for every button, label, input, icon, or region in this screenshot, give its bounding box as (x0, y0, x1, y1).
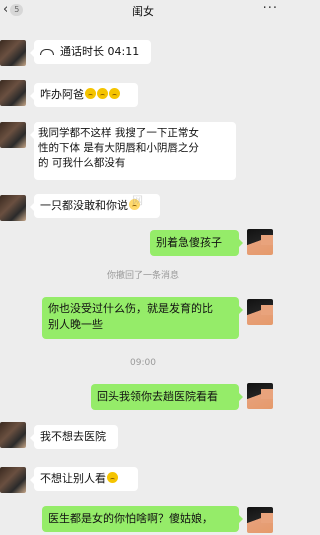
smiley-emoji-icon (85, 88, 96, 99)
my-avatar[interactable] (247, 299, 273, 325)
message-bubble[interactable]: 咋办阿爸 (30, 83, 138, 107)
message-text: 不想让别人看 (40, 472, 106, 485)
chat-title: 闺女 (132, 5, 154, 18)
message-text-line: 的 可我什么都没有 (38, 157, 126, 169)
chat-header: ‹ 5 闺女 ··· (0, 0, 286, 22)
watermark: 网 (132, 194, 143, 207)
my-avatar[interactable] (247, 229, 273, 255)
contact-avatar[interactable] (0, 467, 26, 493)
more-options-button[interactable]: ··· (263, 1, 278, 16)
message-bubble-outgoing[interactable]: 回头我领你去趟医院看看 (91, 384, 243, 410)
message-text: 别着急傻孩子 (156, 236, 222, 249)
message-text: 我不想去医院 (40, 430, 106, 443)
my-avatar[interactable] (247, 507, 273, 533)
timestamp: 09:00 (130, 358, 156, 368)
message-bubble-outgoing[interactable]: 你也没受过什么伤，就是发育的比 别人晚一些 (42, 297, 243, 339)
message-bubble-outgoing[interactable]: 医生都是女的你怕啥啊？傻姑娘， (42, 506, 243, 532)
recall-notice: 你撤回了一条消息 (106, 271, 179, 281)
call-duration-text: 通话时长 04:11 (60, 45, 140, 58)
message-text-line: 性的下体 是有大阴唇和小阴唇之分 (38, 142, 199, 154)
message-text: 咋办阿爸 (40, 88, 84, 101)
message-bubble-outgoing[interactable]: 别着急傻孩子 (150, 230, 243, 256)
message-text: 一只都没敢和你说 (40, 199, 128, 212)
message-text-line: 我同学都不这样 我搜了一下正常女 (38, 127, 199, 139)
my-avatar[interactable] (247, 383, 273, 409)
contact-avatar[interactable] (0, 195, 26, 221)
smiley-emoji-icon (109, 88, 120, 99)
message-text: 医生都是女的你怕啥啊？傻姑娘， (48, 512, 213, 525)
contact-avatar[interactable] (0, 422, 26, 448)
message-bubble[interactable]: 我不想去医院 (30, 425, 118, 449)
contact-avatar[interactable] (0, 122, 26, 148)
message-text: 回头我领你去趟医院看看 (97, 390, 218, 403)
message-text-line: 你也没受过什么伤，就是发育的比 (48, 302, 213, 315)
message-bubble[interactable]: 我同学都不这样 我搜了一下正常女 性的下体 是有大阴唇和小阴唇之分 的 可我什么… (30, 122, 236, 180)
message-bubble[interactable]: 不想让别人看 (30, 467, 138, 491)
smiley-emoji-icon (97, 88, 108, 99)
call-record-message[interactable]: 通话时长 04:11 (30, 40, 151, 64)
contact-avatar[interactable] (0, 80, 26, 106)
smiley-emoji-icon (107, 472, 118, 483)
phone-call-icon (40, 49, 54, 55)
contact-avatar[interactable] (0, 40, 26, 66)
message-text-line: 别人晚一些 (48, 318, 103, 331)
